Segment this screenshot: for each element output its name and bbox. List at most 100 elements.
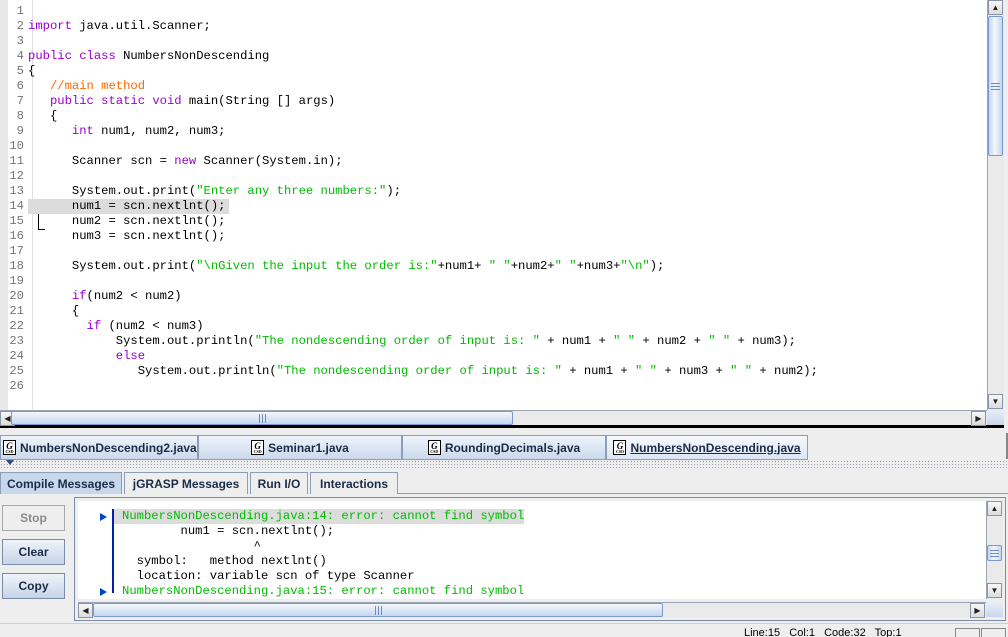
- collapse-arrow-icon[interactable]: [6, 460, 14, 465]
- arrow-left-icon: ◀: [4, 414, 11, 423]
- code-line[interactable]: 9 int num1, num2, num3;: [8, 124, 226, 139]
- code-line[interactable]: 10: [8, 139, 28, 154]
- file-tab-seminar1[interactable]: G CSD Seminar1.java: [198, 435, 402, 460]
- code-text: System.out.println("The nondescending or…: [28, 334, 796, 348]
- line-number: 6: [16, 79, 24, 93]
- code-token: System.out.println(: [28, 364, 277, 378]
- code-line[interactable]: 22 if (num2 < num3): [8, 319, 203, 334]
- horizontal-scroll-thumb[interactable]: [11, 411, 513, 425]
- editor-vertical-scrollbar[interactable]: ▲ ▼: [987, 0, 1004, 410]
- line-number: 1: [16, 4, 24, 18]
- string-token: "Enter any three numbers:": [196, 184, 387, 198]
- tab-run-io[interactable]: Run I/O: [250, 472, 308, 494]
- code-line[interactable]: 25 System.out.println("The nondescending…: [8, 364, 818, 379]
- tab-jgrasp-messages[interactable]: jGRASP Messages: [124, 472, 248, 494]
- editor-gutter: [0, 0, 8, 410]
- error-message-line[interactable]: NumbersNonDescending.java:14: error: can…: [114, 509, 525, 524]
- code-line[interactable]: 18 System.out.print("\nGiven the input t…: [8, 259, 664, 274]
- message-line[interactable]: symbol: method nextlnt(): [122, 554, 327, 569]
- code-token: System.out.print(: [28, 184, 197, 198]
- code-editor[interactable]: 1 2 import java.util.Scanner; 3 4 public clas…: [0, 0, 1004, 428]
- code-line[interactable]: 14 num1 = scn.nextlnt();: [8, 199, 230, 214]
- file-tab-numbersnondescending2[interactable]: G CSD NumbersNonDescending2.java: [0, 435, 198, 460]
- error-marker-icon[interactable]: [100, 513, 107, 521]
- code-line[interactable]: 2 import java.util.Scanner;: [8, 19, 211, 34]
- line-number: 19: [9, 274, 24, 288]
- string-token: " ": [488, 259, 511, 273]
- message-line[interactable]: location: variable scn of type Scanner: [122, 569, 415, 584]
- code-line[interactable]: 23 System.out.println("The nondescending…: [8, 334, 796, 349]
- line-number: 15: [9, 214, 24, 228]
- code-line[interactable]: 7 public static void main(String [] args…: [8, 94, 336, 109]
- file-tab-numbersnondescending[interactable]: G CSD NumbersNonDescending.java: [606, 435, 808, 460]
- messages-horizontal-scrollbar[interactable]: ◀ ▶: [78, 602, 986, 618]
- message-line[interactable]: num1 = scn.nextlnt();: [122, 524, 335, 539]
- code-token: +num2+: [510, 259, 555, 273]
- panel-splitter[interactable]: [0, 460, 1008, 468]
- comment-token: //main method: [49, 79, 146, 93]
- messages-vertical-scrollbar[interactable]: ▲ ▼: [986, 501, 1003, 599]
- tab-label: jGRASP Messages: [132, 476, 240, 491]
- string-token: " ": [730, 364, 753, 378]
- scroll-left-button[interactable]: ◀: [78, 603, 93, 618]
- code-text: Scanner scn = new Scanner(System.in);: [28, 154, 343, 168]
- code-line[interactable]: 26: [8, 379, 28, 394]
- scroll-down-button[interactable]: ▼: [987, 583, 1002, 598]
- code-token: {: [28, 304, 80, 318]
- code-text: num2 = scn.nextlnt();: [28, 214, 226, 228]
- code-line[interactable]: 12: [8, 169, 28, 184]
- code-text: System.out.print("Enter any three number…: [28, 184, 401, 198]
- compile-messages-output[interactable]: NumbersNonDescending.java:14: error: can…: [78, 501, 986, 599]
- scroll-down-button[interactable]: ▼: [988, 394, 1003, 409]
- code-line[interactable]: 6 //main method: [8, 79, 145, 94]
- line-number: 3: [16, 34, 24, 48]
- code-line[interactable]: 5{: [8, 64, 36, 79]
- vertical-scroll-thumb[interactable]: [988, 16, 1003, 156]
- editor-horizontal-scrollbar[interactable]: ◀ ▶: [0, 410, 987, 426]
- code-line[interactable]: 3: [8, 34, 28, 49]
- clear-button[interactable]: Clear: [2, 539, 65, 565]
- scroll-up-button[interactable]: ▲: [988, 0, 1003, 15]
- code-line[interactable]: 16 num3 = scn.nextlnt();: [8, 229, 225, 244]
- message-line[interactable]: ^: [122, 539, 261, 554]
- horizontal-scroll-thumb[interactable]: [93, 603, 663, 617]
- code-line[interactable]: 19: [8, 274, 28, 289]
- code-text: System.out.println("The nondescending or…: [28, 364, 818, 378]
- scroll-up-button[interactable]: ▲: [987, 501, 1002, 516]
- code-text: //main method: [28, 79, 145, 93]
- code-line[interactable]: 21 {: [8, 304, 79, 319]
- grip-icon: [991, 82, 1000, 90]
- tab-interactions[interactable]: Interactions: [310, 472, 398, 494]
- line-number: 14: [9, 199, 24, 213]
- code-area[interactable]: 1 2 import java.util.Scanner; 3 4 public clas…: [8, 0, 987, 410]
- tab-compile-messages[interactable]: Compile Messages: [0, 472, 122, 494]
- code-line[interactable]: 8 {: [8, 109, 58, 124]
- copy-button[interactable]: Copy: [2, 573, 65, 599]
- code-token: System.out.println(: [28, 334, 255, 348]
- stop-button[interactable]: Stop: [2, 505, 65, 531]
- code-line[interactable]: 24 else: [8, 349, 145, 364]
- code-token: System.out.print(: [28, 259, 197, 273]
- code-token: + num1 +: [539, 334, 614, 348]
- code-line[interactable]: 1: [8, 4, 28, 19]
- file-tab-roundingdecimals[interactable]: G CSD RoundingDecimals.java: [402, 435, 606, 460]
- string-token: "\nGiven the input the order is:": [196, 259, 438, 273]
- line-number: 2: [16, 19, 24, 33]
- error-message-line[interactable]: NumbersNonDescending.java:15: error: can…: [122, 584, 524, 599]
- code-line[interactable]: 17: [8, 244, 28, 259]
- scroll-right-button[interactable]: ▶: [970, 603, 985, 618]
- code-token: (num2 < num2): [86, 289, 182, 303]
- code-line[interactable]: 20 if(num2 < num2): [8, 289, 182, 304]
- code-line[interactable]: 11 Scanner scn = new Scanner(System.in);: [8, 154, 343, 169]
- code-line[interactable]: 13 System.out.print("Enter any three num…: [8, 184, 401, 199]
- line-number: 9: [16, 124, 24, 138]
- code-line[interactable]: 4 public class NumbersNonDescending: [8, 49, 270, 64]
- cursor-position-status: Line:15 Col:1 Code:32 Top:1: [744, 627, 902, 637]
- string-token: " ": [554, 259, 577, 273]
- scroll-right-button[interactable]: ▶: [971, 411, 986, 426]
- error-marker-icon[interactable]: [100, 588, 107, 596]
- line-number: 24: [9, 349, 24, 363]
- vertical-scroll-thumb[interactable]: [987, 545, 1002, 561]
